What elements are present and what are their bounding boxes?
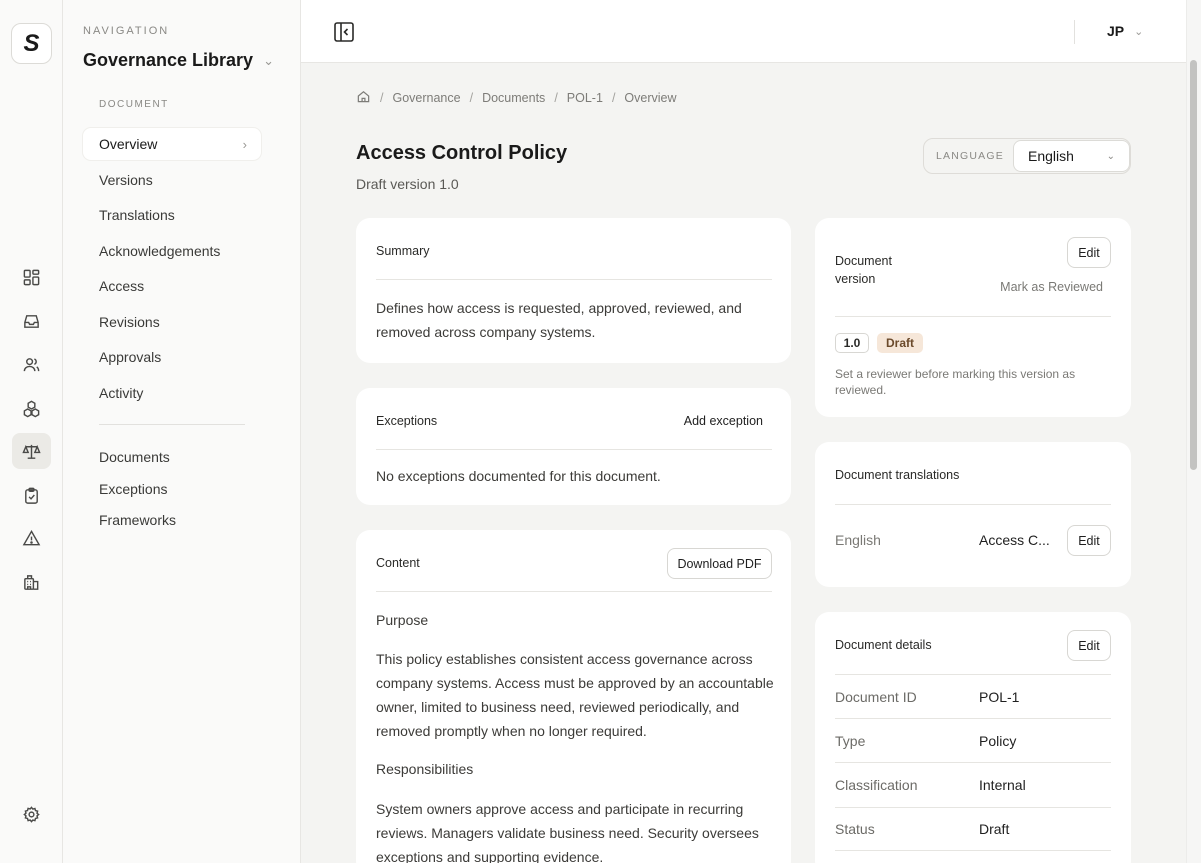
- breadcrumb-pol-1[interactable]: POL-1: [567, 91, 603, 105]
- card-divider: [835, 504, 1111, 505]
- mark-as-reviewed-button[interactable]: Mark as Reviewed: [1000, 280, 1103, 294]
- detail-row-document-id: Document ID POL-1: [835, 674, 1111, 718]
- responsibilities-text: System owners approve access and partici…: [376, 801, 759, 863]
- breadcrumb-governance[interactable]: Governance: [392, 91, 460, 105]
- card-divider: [376, 279, 772, 280]
- exceptions-empty-text: No exceptions documented for this docume…: [376, 468, 661, 484]
- user-initials: JP: [1107, 23, 1125, 39]
- users-icon[interactable]: [12, 346, 51, 382]
- add-exception-button[interactable]: Add exception: [684, 414, 763, 428]
- sidebar-toggle-icon[interactable]: [333, 21, 355, 43]
- breadcrumb-separator: /: [380, 91, 384, 105]
- translation-language: English: [835, 532, 881, 548]
- edit-translation-button[interactable]: Edit: [1067, 525, 1111, 556]
- nav-item-approvals[interactable]: Approvals: [83, 341, 261, 373]
- summary-text: Defines how access is requested, approve…: [376, 300, 742, 340]
- responsibilities-heading: Responsibilities: [376, 761, 474, 777]
- nav-section-label: DOCUMENT: [99, 99, 169, 110]
- chevron-down-icon: ⌄: [263, 52, 274, 68]
- top-bar: JP ⌄: [301, 0, 1186, 63]
- purpose-text: This policy establishes consistent acces…: [376, 651, 774, 739]
- home-icon[interactable]: [356, 89, 371, 107]
- building-icon[interactable]: [12, 564, 51, 600]
- page-subtitle: Draft version 1.0: [356, 176, 459, 192]
- chevron-right-icon: ›: [242, 136, 247, 152]
- icon-rail: S: [0, 0, 63, 863]
- purpose-heading: Purpose: [376, 612, 429, 628]
- chevron-down-icon: ⌄: [1106, 150, 1115, 162]
- inbox-icon[interactable]: [12, 303, 51, 339]
- nav-item-acknowledgements[interactable]: Acknowledgements: [83, 235, 261, 267]
- download-pdf-button[interactable]: Download PDF: [667, 548, 772, 579]
- language-value: English: [1028, 148, 1074, 164]
- document-details-card: Document details Edit Document ID POL-1 …: [815, 612, 1131, 863]
- library-title: Governance Library: [83, 50, 254, 70]
- language-selector: LANGUAGE English ⌄: [923, 138, 1131, 174]
- edit-details-button[interactable]: Edit: [1067, 630, 1111, 661]
- document-translations-card: Document translations English Access C..…: [815, 442, 1131, 587]
- warning-icon[interactable]: [12, 520, 51, 556]
- navigation-panel: NAVIGATION Governance Library ⌄ DOCUMENT…: [63, 0, 301, 863]
- breadcrumb-overview: Overview: [624, 91, 677, 105]
- clipboard-check-icon[interactable]: [12, 477, 51, 513]
- nav-item-revisions[interactable]: Revisions: [83, 306, 261, 338]
- settings-icon[interactable]: [12, 796, 51, 832]
- nav-item-documents[interactable]: Documents: [83, 441, 261, 473]
- summary-card: Summary Defines how access is requested,…: [356, 218, 791, 363]
- modules-icon[interactable]: [12, 390, 51, 426]
- nav-item-overview[interactable]: Overview ›: [83, 128, 261, 160]
- version-badge: 1.0: [835, 333, 869, 353]
- scrollbar-thumb[interactable]: [1190, 60, 1197, 470]
- version-note: Set a reviewer before marking this versi…: [835, 367, 1076, 397]
- nav-divider: [99, 424, 245, 425]
- page-title: Access Control Policy: [356, 142, 568, 164]
- exceptions-card: Exceptions Add exception No exceptions d…: [356, 388, 791, 505]
- user-menu[interactable]: JP ⌄: [1107, 23, 1143, 39]
- nav-item-exceptions[interactable]: Exceptions: [83, 473, 261, 505]
- chevron-down-icon: ⌄: [1134, 25, 1144, 38]
- nav-caption: NAVIGATION: [83, 25, 170, 37]
- topbar-divider: [1074, 20, 1075, 44]
- document-version-card: Document version Edit Mark as Reviewed 1…: [815, 218, 1131, 417]
- library-switcher[interactable]: Governance Library ⌄: [83, 50, 274, 71]
- card-divider: [835, 316, 1111, 317]
- app-logo[interactable]: S: [11, 23, 52, 64]
- breadcrumb-separator: /: [611, 91, 616, 105]
- translation-title: Access C...: [979, 532, 1050, 548]
- breadcrumb-separator: /: [469, 91, 474, 105]
- detail-row-classification: Classification Internal: [835, 762, 1111, 806]
- breadcrumb: / Governance / Documents / POL-1 / Overv…: [356, 89, 677, 107]
- nav-item-activity[interactable]: Activity: [83, 377, 261, 409]
- exceptions-heading: Exceptions: [376, 414, 438, 428]
- language-select[interactable]: English ⌄: [1013, 140, 1130, 172]
- document-details-heading: Document details: [835, 638, 932, 652]
- summary-heading: Summary: [376, 244, 430, 258]
- nav-item-access[interactable]: Access: [83, 270, 261, 302]
- edit-version-button[interactable]: Edit: [1067, 237, 1111, 268]
- document-translations-heading: Document translations: [835, 468, 960, 482]
- dashboard-icon[interactable]: [12, 259, 51, 295]
- content-card: Content Download PDF Purpose This policy…: [356, 530, 791, 863]
- nav-item-translations[interactable]: Translations: [83, 199, 261, 231]
- detail-row-status: Status Draft: [835, 807, 1111, 851]
- document-version-heading: Document version: [835, 254, 892, 286]
- status-badge: Draft: [877, 333, 923, 353]
- nav-item-versions[interactable]: Versions: [83, 164, 261, 196]
- content-heading: Content: [376, 556, 420, 570]
- scale-icon[interactable]: [12, 433, 51, 469]
- detail-row-type: Type Policy: [835, 718, 1111, 762]
- card-divider: [376, 449, 772, 450]
- breadcrumb-separator: /: [554, 91, 558, 105]
- card-divider: [376, 591, 772, 592]
- nav-item-frameworks[interactable]: Frameworks: [83, 504, 261, 536]
- language-label: LANGUAGE: [936, 150, 1004, 162]
- breadcrumb-documents[interactable]: Documents: [482, 91, 545, 105]
